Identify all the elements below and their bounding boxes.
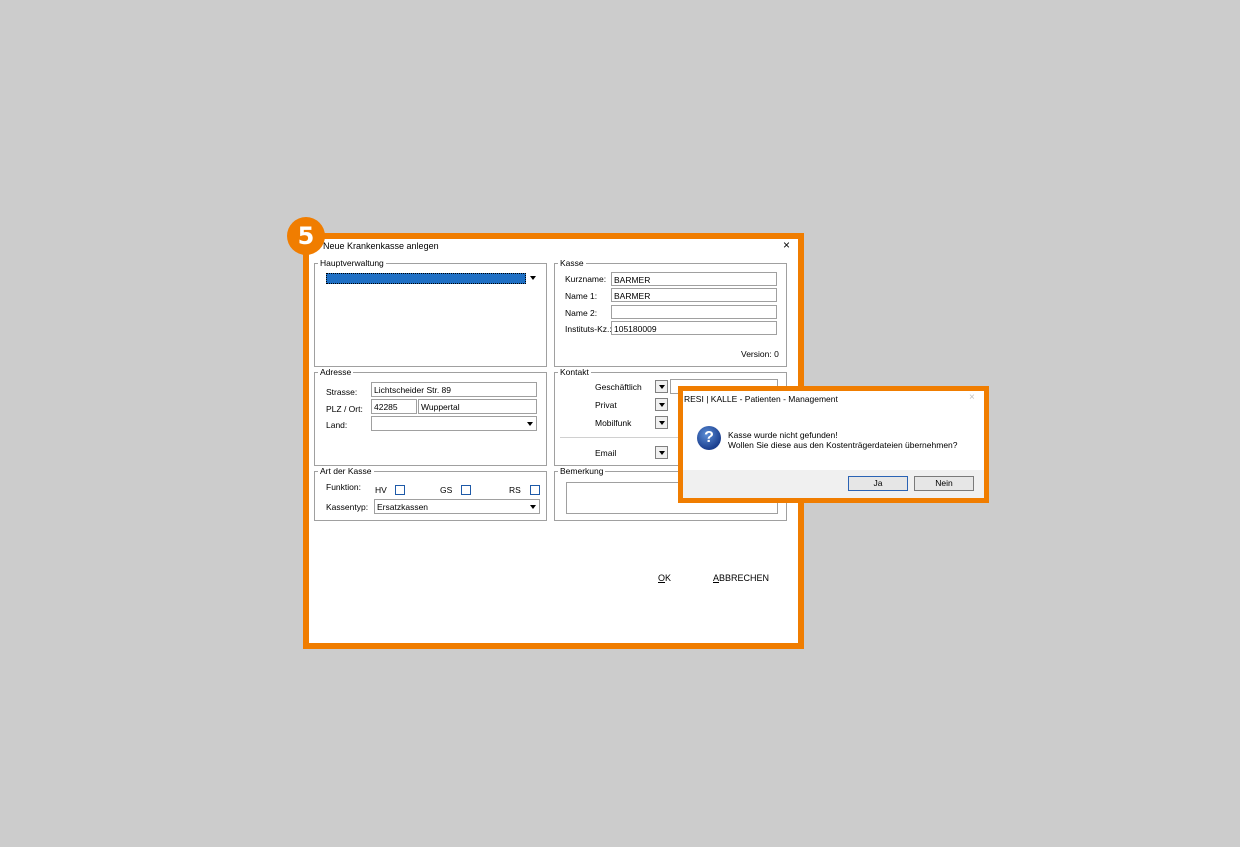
- name1-input[interactable]: BARMER: [611, 288, 777, 302]
- group-kasse-label: Kasse: [558, 258, 586, 268]
- instituts-label: Instituts-Kz.:: [565, 324, 612, 334]
- group-bemerkung-label: Bemerkung: [558, 466, 606, 476]
- abbrechen-button[interactable]: ABBRECHEN: [713, 573, 769, 583]
- privat-dropdown-icon[interactable]: [655, 398, 668, 411]
- mobilfunk-label: Mobilfunk: [595, 418, 632, 428]
- geschaeftlich-dropdown-icon[interactable]: [655, 380, 668, 393]
- kassentyp-select[interactable]: Ersatzkassen: [374, 499, 540, 514]
- message-dialog-title: RESI | KALLE - Patienten - Management: [684, 394, 838, 404]
- geschaeftlich-label: Geschäftlich: [595, 382, 642, 392]
- funktion-label: Funktion:: [326, 482, 361, 492]
- group-art-label: Art der Kasse: [318, 466, 374, 476]
- strasse-label: Strasse:: [326, 387, 358, 397]
- rs-checkbox[interactable]: [530, 485, 540, 495]
- instituts-input[interactable]: 105180009: [611, 321, 777, 335]
- hauptverwaltung-dropdown-icon[interactable]: [527, 272, 539, 284]
- group-kontakt-label: Kontakt: [558, 367, 591, 377]
- kontakt-divider: [560, 437, 680, 438]
- plz-ort-label: PLZ / Ort:: [326, 404, 363, 414]
- nein-button[interactable]: Nein: [914, 476, 974, 491]
- land-label: Land:: [326, 420, 348, 430]
- kurzname-label: Kurzname:: [565, 274, 607, 284]
- rs-label: RS: [509, 485, 521, 495]
- kurzname-input[interactable]: BARMER: [611, 272, 777, 286]
- kassentyp-label: Kassentyp:: [326, 502, 369, 512]
- group-hauptverwaltung-label: Hauptverwaltung: [318, 258, 386, 268]
- gs-checkbox[interactable]: [461, 485, 471, 495]
- window-close-icon[interactable]: ×: [783, 239, 790, 251]
- name2-input[interactable]: [611, 305, 777, 319]
- gs-label: GS: [440, 485, 453, 495]
- hauptverwaltung-select[interactable]: [326, 273, 526, 284]
- message-close-icon[interactable]: ×: [969, 393, 975, 403]
- email-dropdown-icon[interactable]: [655, 446, 668, 459]
- kassentyp-dropdown-icon[interactable]: [527, 501, 539, 513]
- group-adresse-label: Adresse: [318, 367, 354, 377]
- ok-button[interactable]: OK: [658, 573, 671, 583]
- strasse-input[interactable]: Lichtscheider Str. 89: [371, 382, 537, 397]
- name2-label: Name 2:: [565, 308, 598, 318]
- land-select[interactable]: [371, 416, 537, 431]
- hv-checkbox[interactable]: [395, 485, 405, 495]
- version-text: Version: 0: [741, 349, 779, 359]
- mobilfunk-dropdown-icon[interactable]: [655, 416, 668, 429]
- window-title: Neue Krankenkasse anlegen: [323, 241, 439, 251]
- question-icon: ?: [697, 426, 721, 450]
- message-line-2: Wollen Sie diese aus den Kostenträgerdat…: [728, 440, 958, 450]
- ja-button[interactable]: Ja: [848, 476, 908, 491]
- name1-label: Name 1:: [565, 291, 598, 301]
- plz-input[interactable]: 42285: [371, 399, 417, 414]
- step-badge: 5: [287, 217, 325, 255]
- hv-label: HV: [375, 485, 387, 495]
- email-label: Email: [595, 448, 617, 458]
- message-line-1: Kasse wurde nicht gefunden!: [728, 430, 838, 440]
- privat-label: Privat: [595, 400, 617, 410]
- land-dropdown-icon[interactable]: [524, 418, 536, 430]
- ort-input[interactable]: Wuppertal: [418, 399, 537, 414]
